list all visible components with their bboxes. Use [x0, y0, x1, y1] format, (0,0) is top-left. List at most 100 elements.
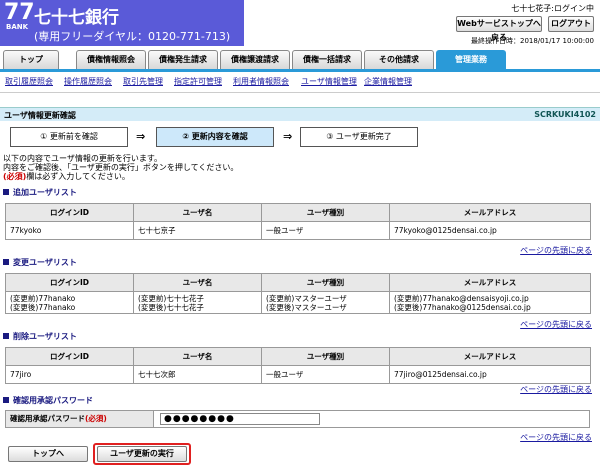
- tab-credit-inquiry[interactable]: 債権情報照会: [76, 50, 146, 69]
- square-bullet-icon: [3, 397, 9, 403]
- web-service-top-button[interactable]: Webサービストップへ戻る: [456, 16, 542, 42]
- screen-code: SCRKUKI4102: [534, 110, 596, 119]
- main-tabs: トップ 債権情報照会 債権発生請求 債権譲渡請求 債権一括請求 その他請求 管理…: [0, 50, 600, 72]
- col-email: メールアドレス: [389, 347, 591, 366]
- step-arrow-2: ⇒: [283, 130, 293, 143]
- col-user-type: ユーザ種別: [261, 203, 390, 222]
- highlight-frame: ユーザ更新の実行: [93, 443, 191, 465]
- col-login-id: ログインID: [5, 347, 134, 366]
- step-1: ① 更新前を確認: [10, 127, 128, 147]
- cell-email: 77jiro@0125densai.co.jp: [389, 365, 591, 384]
- bank-logo: 77 BANK 七十七銀行 (専用フリーダイヤル：0120-771-713): [0, 0, 244, 46]
- table-row: (変更前)77hanako (変更後)77hanako (変更前)七十七花子 (変更…: [5, 291, 591, 314]
- section-password: 確認用承認パスワード: [3, 395, 93, 406]
- password-label-text: 確認用承認パスワード: [10, 414, 85, 423]
- change-user-table: ログインID ユーザ名 ユーザ種別 メールアドレス (変更前)77hanako(…: [5, 273, 591, 314]
- subnav-user-info-inquiry[interactable]: 利用者情報照会: [233, 76, 289, 87]
- required-mark: (必須): [3, 172, 27, 181]
- table-header-row: ログインID ユーザ名 ユーザ種別 メールアドレス: [5, 203, 591, 222]
- page-title: ユーザ情報更新確認: [4, 111, 76, 120]
- logo-number: 77: [4, 0, 35, 25]
- subnav-company-info-management[interactable]: 企業情報管理: [364, 76, 412, 87]
- tab-credit-transfer[interactable]: 債権譲渡請求: [220, 50, 290, 69]
- add-user-table: ログインID ユーザ名 ユーザ種別 メールアドレス 77kyoko 七十七京子 …: [5, 203, 591, 240]
- subnav-transaction-history[interactable]: 取引履歴照会: [5, 76, 53, 87]
- col-email: メールアドレス: [389, 203, 591, 222]
- subnav-client-management[interactable]: 取引先管理: [123, 76, 163, 87]
- subnav-permission-management[interactable]: 指定許可管理: [174, 76, 222, 87]
- section-change-users: 変更ユーザリスト: [3, 257, 77, 268]
- top-button[interactable]: トップへ: [8, 446, 88, 462]
- password-label: 確認用承認パスワード(必須): [6, 411, 154, 427]
- password-input[interactable]: ●●●●●●●●: [160, 413, 320, 425]
- instruction-line-2: 内容をご確認後、「ユーザ更新の実行」ボタンを押してください。: [3, 163, 239, 172]
- col-user-type: ユーザ種別: [261, 347, 390, 366]
- page-top-link[interactable]: ページの先頭に戻る: [520, 432, 592, 443]
- login-id-after: (変更後)77hanako: [10, 302, 76, 312]
- step-3: ③ ユーザ更新完了: [300, 127, 418, 147]
- sub-navigation: 取引履歴照会 操作履歴照会 取引先管理 指定許可管理 利用者情報照会 ユーザ情報…: [0, 76, 600, 90]
- col-user-name: ユーザ名: [133, 203, 262, 222]
- user-status: 七十七花子:ログイン中: [511, 4, 594, 13]
- page-top-link[interactable]: ページの先頭に戻る: [520, 319, 592, 330]
- cell-login-id: 77kyoko: [5, 221, 134, 240]
- square-bullet-icon: [3, 259, 9, 265]
- cell-user-type: 一般ユーザ: [261, 221, 390, 240]
- page-title-bar: ユーザ情報更新確認 SCRKUKI4102: [0, 107, 600, 121]
- section-title: 確認用承認パスワード: [13, 396, 93, 405]
- logo-bank-text: BANK: [6, 23, 29, 31]
- step-2-current: ② 更新内容を確認: [156, 127, 274, 147]
- tab-management[interactable]: 管理業務: [436, 50, 506, 69]
- cell-user-type: (変更前)マスターユーザ (変更後)マスターユーザ: [261, 291, 390, 314]
- tab-bulk-request[interactable]: 債権一括請求: [292, 50, 362, 69]
- col-login-id: ログインID: [5, 203, 134, 222]
- email-after: (変更後)77hanako@0125densai.co.jp: [394, 302, 531, 312]
- cell-user-name: 七十七京子: [133, 221, 262, 240]
- col-user-name: ユーザ名: [133, 273, 262, 292]
- logout-button[interactable]: ログアウト: [548, 16, 594, 32]
- subnav-operation-history[interactable]: 操作履歴照会: [64, 76, 112, 87]
- cell-login-id: (変更前)77hanako (変更後)77hanako: [5, 291, 134, 314]
- page-top-link[interactable]: ページの先頭に戻る: [520, 245, 592, 256]
- header: 77 BANK 七十七銀行 (専用フリーダイヤル：0120-771-713) 七…: [0, 0, 600, 46]
- divider: [0, 92, 600, 93]
- tab-other-request[interactable]: その他請求: [364, 50, 434, 69]
- instruction-line-3: (必須)欄は必ず入力してください。: [3, 172, 238, 181]
- section-add-users: 追加ユーザリスト: [3, 187, 77, 198]
- user-name-after: (変更後)七十七花子: [138, 302, 204, 312]
- required-mark: (必須): [85, 414, 107, 423]
- table-row: 77jiro 七十七次郎 一般ユーザ 77jiro@0125densai.co.…: [5, 365, 591, 384]
- cell-user-name: (変更前)七十七花子 (変更後)七十七花子: [133, 291, 262, 314]
- cell-user-type: 一般ユーザ: [261, 365, 390, 384]
- page-top-link[interactable]: ページの先頭に戻る: [520, 384, 592, 395]
- section-title: 変更ユーザリスト: [13, 258, 77, 267]
- tab-credit-issue[interactable]: 債権発生請求: [148, 50, 218, 69]
- col-login-id: ログインID: [5, 273, 134, 292]
- user-type-before: (変更前)マスターユーザ: [266, 293, 347, 303]
- last-login: 最終操作日時：2018/01/17 10:00:00: [470, 37, 594, 45]
- tab-top[interactable]: トップ: [3, 50, 59, 69]
- table-header-row: ログインID ユーザ名 ユーザ種別 メールアドレス: [5, 347, 591, 366]
- bank-name: 七十七銀行: [34, 8, 119, 28]
- cell-login-id: 77jiro: [5, 365, 134, 384]
- col-user-name: ユーザ名: [133, 347, 262, 366]
- col-email: メールアドレス: [389, 273, 591, 292]
- execute-user-update-button[interactable]: ユーザ更新の実行: [97, 446, 187, 462]
- step-arrow-1: ⇒: [136, 130, 146, 143]
- subnav-user-info-management[interactable]: ユーザ情報管理: [301, 76, 357, 87]
- section-delete-users: 削除ユーザリスト: [3, 331, 77, 342]
- delete-user-table: ログインID ユーザ名 ユーザ種別 メールアドレス 77jiro 七十七次郎 一…: [5, 347, 591, 384]
- section-title: 削除ユーザリスト: [13, 332, 77, 341]
- user-type-after: (変更後)マスターユーザ: [266, 302, 347, 312]
- square-bullet-icon: [3, 189, 9, 195]
- cell-email: 77kyoko@0125densai.co.jp: [389, 221, 591, 240]
- free-dial: (専用フリーダイヤル：0120-771-713): [34, 30, 231, 43]
- table-header-row: ログインID ユーザ名 ユーザ種別 メールアドレス: [5, 273, 591, 292]
- instruction-line-3-text: 欄は必ず入力してください。: [26, 172, 130, 181]
- cell-user-name: 七十七次郎: [133, 365, 262, 384]
- password-row: 確認用承認パスワード(必須) ●●●●●●●●: [5, 410, 590, 428]
- section-title: 追加ユーザリスト: [13, 188, 77, 197]
- instruction-line-1: 以下の内容でユーザ情報の更新を行います。: [3, 154, 163, 163]
- square-bullet-icon: [3, 333, 9, 339]
- user-name-before: (変更前)七十七花子: [138, 293, 204, 303]
